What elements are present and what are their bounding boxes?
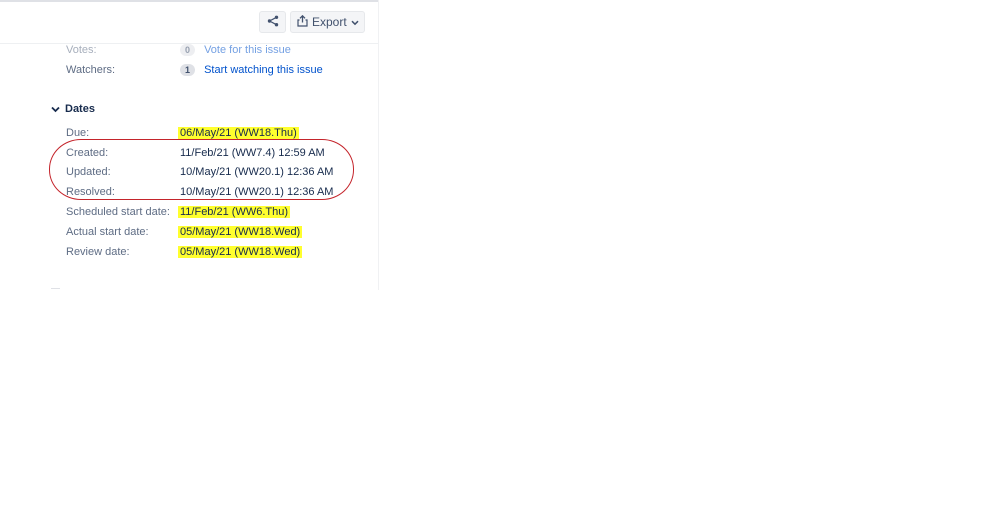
share-icon <box>267 15 279 30</box>
issue-details-panel: Export Votes: 0 Vote for this issue Watc… <box>0 0 379 290</box>
votes-label: Votes: <box>66 44 97 56</box>
date-label: Review date: <box>66 246 130 258</box>
date-label: Due: <box>66 127 90 139</box>
watchers-row: Watchers: 1 Start watching this issue <box>66 62 323 78</box>
date-value: 05/May/21 (WW18.Wed) <box>178 246 303 258</box>
watch-link[interactable]: Start watching this issue <box>204 64 323 76</box>
date-label: Actual start date: <box>66 226 149 238</box>
date-label: Scheduled start date: <box>66 206 170 218</box>
chevron-down-icon <box>351 15 359 29</box>
dates-section-title: Dates <box>65 103 95 115</box>
scheduled-start-date-row: Scheduled start date: 11/Feb/21 (WW6.Thu… <box>66 204 290 220</box>
votes-count-badge: 0 <box>180 44 196 56</box>
votes-row: Votes: 0 Vote for this issue <box>66 42 291 58</box>
toolbar: Export <box>259 11 365 33</box>
date-value: 06/May/21 (WW18.Thu) <box>178 127 299 139</box>
vote-link[interactable]: Vote for this issue <box>204 44 291 56</box>
share-button[interactable] <box>259 11 286 33</box>
export-icon <box>297 14 308 30</box>
export-label: Export <box>312 15 347 29</box>
date-value: 11/Feb/21 (WW6.Thu) <box>178 206 290 218</box>
dates-section-toggle[interactable]: Dates <box>50 103 95 115</box>
export-button[interactable]: Export <box>290 11 365 33</box>
date-value: 05/May/21 (WW18.Wed) <box>178 226 303 238</box>
review-date-row: Review date: 05/May/21 (WW18.Wed) <box>66 244 303 260</box>
watchers-count-badge: 1 <box>180 64 196 76</box>
top-border <box>0 0 378 2</box>
red-circle-annotation <box>49 139 354 200</box>
actual-start-date-row: Actual start date: 05/May/21 (WW18.Wed) <box>66 224 303 240</box>
chevron-down-icon <box>50 104 60 114</box>
watchers-label: Watchers: <box>66 64 116 76</box>
collapsed-section-marker <box>51 288 60 289</box>
